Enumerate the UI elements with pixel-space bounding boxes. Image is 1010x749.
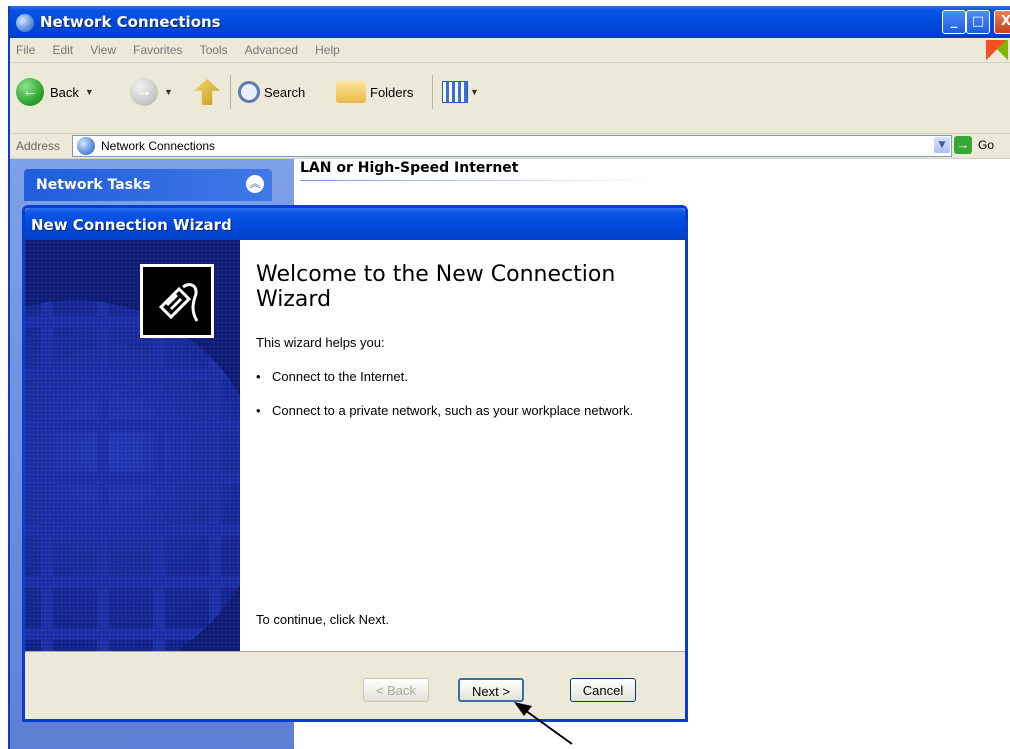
network-tasks-header[interactable]: Network Tasks ︽: [24, 169, 272, 201]
forward-button[interactable]: → ▼: [130, 77, 173, 107]
back-button[interactable]: ← Back ▼: [16, 77, 94, 107]
address-value: Network Connections: [101, 139, 216, 153]
back-dropdown-icon[interactable]: ▼: [85, 87, 94, 97]
forward-dropdown-icon[interactable]: ▼: [164, 87, 173, 97]
bullet-dot: •: [256, 403, 261, 418]
bullet-dot: •: [256, 369, 261, 384]
folders-icon: [336, 81, 366, 103]
go-arrow-icon: →: [954, 136, 972, 154]
next-button[interactable]: Next >: [458, 678, 524, 702]
wizard-body: Welcome to the New Connection Wizard Thi…: [25, 240, 685, 651]
address-label: Address: [16, 139, 61, 153]
network-cable-icon: [158, 283, 199, 322]
go-label: Go: [978, 138, 995, 152]
address-dropdown-icon[interactable]: ▼: [934, 137, 950, 153]
window-title: Network Connections: [40, 13, 221, 31]
network-tasks-title: Network Tasks: [36, 177, 151, 193]
network-connections-icon: [77, 137, 95, 155]
toolbar-separator: [230, 75, 231, 109]
search-label: Search: [264, 84, 306, 100]
search-button[interactable]: Search: [238, 77, 305, 107]
address-input[interactable]: Network Connections ▼: [72, 135, 952, 157]
network-plug-logo: [140, 264, 214, 338]
menu-help[interactable]: Help: [315, 43, 340, 57]
wizard-titlebar[interactable]: New Connection Wizard: [25, 208, 685, 240]
toolbar-separator: [432, 75, 433, 109]
wizard-heading: Welcome to the New Connection Wizard: [256, 262, 616, 312]
menu-file[interactable]: File: [16, 43, 35, 57]
back-button[interactable]: < Back: [363, 678, 429, 702]
close-button[interactable]: X: [994, 10, 1010, 34]
network-connections-icon: [16, 14, 34, 32]
group-heading: LAN or High-Speed Internet: [300, 160, 519, 176]
maximize-button[interactable]: □: [966, 10, 990, 34]
wizard-button-bar: < Back Next > Cancel: [25, 651, 685, 720]
wizard-intro: This wizard helps you:: [256, 335, 385, 350]
wizard-title: New Connection Wizard: [31, 216, 232, 234]
wizard-bullet: • Connect to the Internet.: [256, 369, 636, 384]
go-button[interactable]: → Go: [954, 136, 994, 154]
up-folder-button[interactable]: [194, 77, 220, 107]
up-folder-icon: [194, 79, 220, 105]
back-label: Back: [50, 84, 79, 100]
wizard-continue-text: To continue, click Next.: [256, 612, 389, 627]
folders-label: Folders: [370, 84, 414, 100]
menu-edit[interactable]: Edit: [52, 43, 73, 57]
wizard-sidebar: [25, 240, 240, 651]
views-icon: [442, 81, 468, 103]
forward-arrow-icon: →: [130, 78, 158, 106]
menu-favorites[interactable]: Favorites: [133, 43, 182, 57]
cancel-button[interactable]: Cancel: [570, 678, 636, 702]
new-connection-wizard-dialog: New Connection Wizard Welcome to the New…: [22, 205, 688, 722]
group-heading-rule: [300, 180, 660, 181]
address-bar: Address Network Connections ▼ → Go: [10, 134, 1010, 159]
toolbar: ← Back ▼ → ▼ Search Folders ▼: [10, 63, 1010, 134]
collapse-chevron-icon[interactable]: ︽: [246, 175, 264, 193]
wizard-content: Welcome to the New Connection Wizard Thi…: [256, 240, 666, 651]
menu-advanced[interactable]: Advanced: [245, 43, 298, 57]
back-arrow-icon: ←: [16, 78, 44, 106]
folders-button[interactable]: Folders: [336, 77, 413, 107]
bullet-text: Connect to the Internet.: [272, 369, 408, 384]
bullet-text: Connect to a private network, such as yo…: [272, 403, 634, 418]
windows-logo-icon: [986, 40, 1008, 60]
menu-bar: File Edit View Favorites Tools Advanced …: [10, 38, 1010, 63]
menu-view[interactable]: View: [90, 43, 116, 57]
minimize-button[interactable]: _: [942, 10, 966, 34]
wizard-bullet: • Connect to a private network, such as …: [256, 403, 636, 418]
search-icon: [238, 81, 260, 103]
menu-tools[interactable]: Tools: [200, 43, 228, 57]
views-button[interactable]: ▼: [442, 77, 479, 107]
views-dropdown-icon[interactable]: ▼: [470, 87, 479, 97]
window-titlebar[interactable]: Network Connections _ □ X: [10, 6, 1010, 38]
